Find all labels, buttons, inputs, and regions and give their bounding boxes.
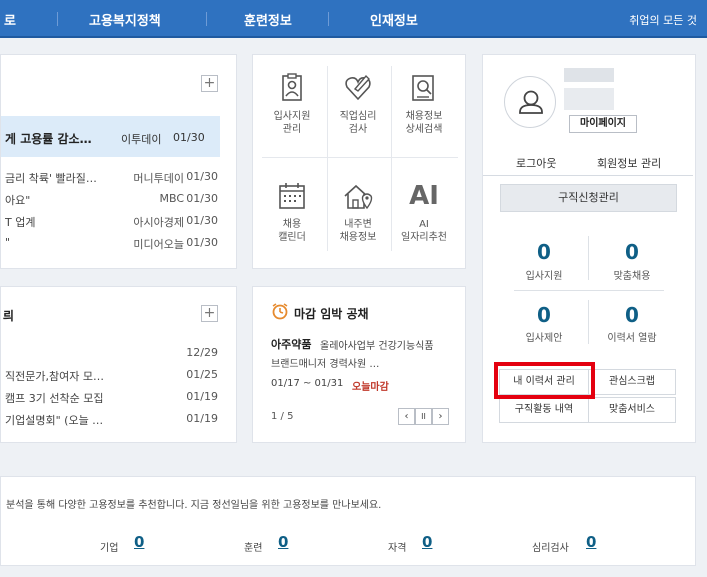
divider (588, 236, 589, 280)
interest-scrap-button[interactable]: 관심스크랩 (588, 369, 676, 395)
notices-more-button[interactable]: + (201, 305, 218, 322)
rec-license-label: 자격 (388, 543, 407, 554)
mypage-button[interactable]: 마이페이지 (569, 115, 637, 133)
list-item[interactable]: 캠프 3기 선착순 모집 01/19 (1, 387, 236, 407)
calendar-icon (279, 183, 305, 209)
divider (483, 175, 693, 176)
nav-item-training-info[interactable]: 훈련정보 (244, 10, 292, 29)
stat-offers-label: 입사제안 (525, 333, 563, 344)
deadline-date: 01/17 ~ 01/31 (271, 378, 344, 389)
list-item[interactable]: 아요" MBC 01/30 (1, 189, 236, 209)
nav-separator (206, 12, 207, 26)
service-nearby-jobs[interactable]: 내주변 채용정보 (323, 180, 393, 244)
nav-separator (328, 12, 329, 26)
service-applicant-management[interactable]: 입사지원 관리 (257, 72, 327, 136)
stat-applications-count[interactable]: 0 (514, 240, 574, 264)
notices-title: 릐 (3, 309, 15, 323)
nav-separator (57, 12, 58, 26)
service-job-search[interactable]: 채용정보 상세검색 (389, 72, 459, 136)
news-panel: + 게 고용률 감소… 이투데이 01/30 금리 착륙' 빨라질… 머니투데이… (0, 54, 237, 269)
job-request-button[interactable]: 구직신청관리 (500, 184, 677, 212)
stat-offers-count[interactable]: 0 (514, 303, 574, 327)
highlight-box (494, 362, 595, 399)
applicant-icon (282, 73, 302, 101)
deadline-next-button[interactable]: › (432, 408, 449, 425)
house-location-icon (344, 184, 373, 210)
headline-date: 01/30 (173, 131, 205, 144)
avatar[interactable] (504, 76, 556, 128)
rec-training-count[interactable]: 0 (278, 533, 288, 551)
job-activity-button[interactable]: 구직활동 내역 (499, 397, 589, 423)
deadline-today-badge: 오늘마감 (352, 382, 389, 393)
ai-icon: AI (409, 181, 439, 211)
stat-resume-views-count[interactable]: 0 (602, 303, 662, 327)
service-job-calendar[interactable]: 채용 캘린더 (257, 180, 327, 244)
headline-source: 이투데이 (121, 133, 162, 146)
all-jobs-link[interactable]: 취업의 모든 것 (629, 12, 697, 28)
rec-company-label: 기업 (100, 543, 119, 554)
grid-divider (262, 157, 458, 158)
logout-link[interactable]: 로그아웃 (516, 155, 556, 171)
rec-psych-count[interactable]: 0 (586, 533, 596, 551)
notices-panel: 릐 + 12/29 직전문가,참여자 모… 01/25 캠프 3기 선착순 모집… (0, 286, 237, 443)
alarm-clock-icon (272, 303, 288, 320)
divider (514, 290, 664, 291)
user-info-blurred (564, 88, 614, 110)
stat-applications-label: 입사지원 (525, 271, 563, 282)
search-document-icon (412, 75, 434, 101)
list-item[interactable]: 금리 착륙' 빨라질… 머니투데이 01/30 (1, 167, 236, 187)
deadline-prev-button[interactable]: ‹ (398, 408, 415, 425)
list-item[interactable]: 기업설명회" (오늘 … 01/19 (1, 409, 236, 429)
custom-service-button[interactable]: 맞춤서비스 (588, 397, 676, 423)
list-item[interactable]: 12/29 (1, 343, 236, 363)
news-more-button[interactable]: + (201, 75, 218, 92)
deadline-description[interactable]: 브랜드매니저 경력사원 … (271, 355, 379, 370)
service-psych-test[interactable]: 직업심리 검사 (323, 72, 393, 136)
nav-item-truncated[interactable]: 로 (4, 10, 16, 29)
deadline-description[interactable]: 올레아사업부 건강기능식품 (320, 337, 434, 352)
rec-license-count[interactable]: 0 (422, 533, 432, 551)
rec-training-label: 훈련 (244, 543, 263, 554)
rec-company-count[interactable]: 0 (134, 533, 144, 551)
stat-custom-jobs-count[interactable]: 0 (602, 240, 662, 264)
deadline-title: 마감 임박 공채 (294, 307, 369, 321)
nav-item-welfare-policy[interactable]: 고용복지정책 (89, 10, 161, 29)
deadline-pause-button[interactable]: II (415, 408, 432, 425)
recommendation-text: 분석을 통해 다양한 고용정보를 추천합니다. 지금 정선일님을 위한 고용정보… (6, 500, 382, 511)
list-item[interactable]: 직전문가,참여자 모… 01/25 (1, 365, 236, 385)
divider (588, 300, 589, 344)
user-icon (519, 90, 543, 114)
top-nav: 로 고용복지정책 훈련정보 인재정보 취업의 모든 것 (0, 0, 707, 38)
heart-pen-icon (345, 74, 371, 101)
headline-title: 게 고용률 감소… (5, 132, 92, 146)
stat-resume-views-label: 이력서 열람 (607, 333, 657, 344)
stat-custom-jobs-label: 맞춤채용 (613, 271, 651, 282)
member-info-link[interactable]: 회원정보 관리 (597, 155, 661, 171)
user-name-blurred (564, 68, 614, 82)
deadline-page-indicator: 1 / 5 (271, 411, 294, 422)
service-ai-recommend[interactable]: AI AI 일자리추천 (389, 180, 459, 244)
news-headline[interactable]: 게 고용률 감소… 이투데이 01/30 (1, 116, 220, 157)
list-item[interactable]: " 미디어오늘 01/30 (1, 233, 236, 253)
deadline-company[interactable]: 아주약품 (271, 336, 311, 352)
nav-item-talent-info[interactable]: 인재정보 (370, 10, 418, 29)
rec-psych-label: 심리검사 (532, 543, 569, 554)
list-item[interactable]: T 업계 아시아경제 01/30 (1, 211, 236, 231)
